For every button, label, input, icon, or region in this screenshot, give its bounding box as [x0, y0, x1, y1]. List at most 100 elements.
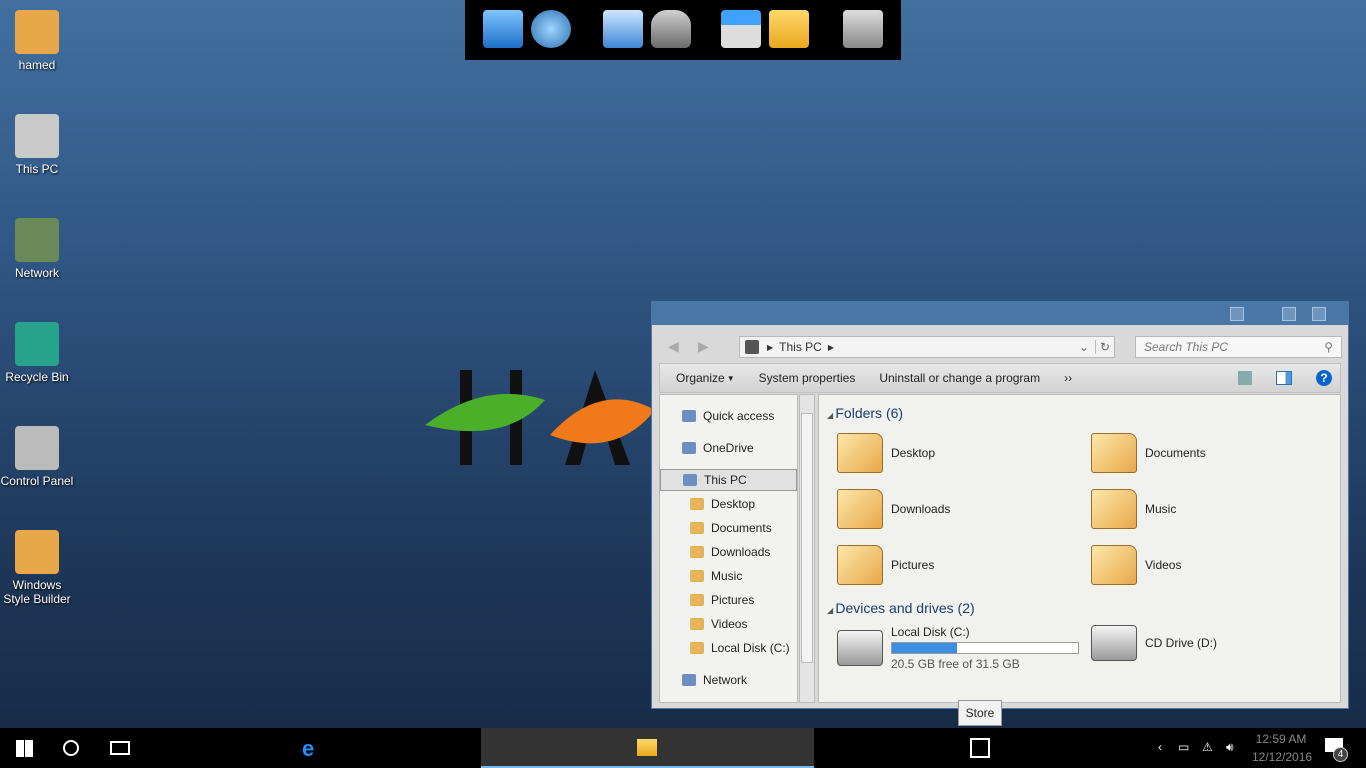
folder-icon [837, 489, 883, 529]
maximize-button[interactable] [1282, 307, 1296, 321]
folder-icon [1091, 433, 1137, 473]
forward-button[interactable]: ▶ [698, 338, 709, 355]
minimize-button[interactable] [1230, 307, 1244, 321]
nav-item-local-disk-c-[interactable]: Local Disk (C:) [660, 637, 797, 659]
drive-d[interactable]: CD Drive (D:) [1091, 625, 1217, 661]
folder-documents[interactable]: Documents [1091, 433, 1206, 473]
search-icon: ⚲ [1324, 340, 1333, 354]
nav-item-icon [690, 618, 704, 630]
drive-c[interactable]: Local Disk (C:) 20.5 GB free of 31.5 GB [837, 625, 1079, 671]
nav-item-icon [682, 674, 696, 686]
help-icon[interactable]: ? [1316, 370, 1332, 386]
command-bar: Organize ▼ System properties Uninstall or… [659, 363, 1341, 393]
folder-icon [1091, 545, 1137, 585]
organize-menu[interactable]: Organize [676, 371, 725, 385]
desktop-icon-this-pc[interactable]: This PC [0, 104, 74, 176]
address-bar[interactable]: ▶ This PC ▶ ⌄ ↻ [739, 336, 1115, 358]
chess-pawn-icon[interactable] [651, 10, 691, 48]
folder-desktop[interactable]: Desktop [837, 433, 935, 473]
nav-item-icon [690, 570, 704, 582]
desktop-icon-network[interactable]: Network [0, 208, 74, 280]
nav-item-onedrive[interactable]: OneDrive [660, 437, 797, 459]
file-explorer-icon [637, 739, 657, 756]
network-globe-icon[interactable] [531, 10, 571, 48]
nav-item-desktop[interactable]: Desktop [660, 493, 797, 515]
nav-item-documents[interactable]: Documents [660, 517, 797, 539]
store-icon[interactable] [970, 738, 990, 758]
refresh-icon[interactable]: ↻ [1094, 340, 1114, 354]
folder-pictures[interactable]: Pictures [837, 545, 934, 585]
navigation-pane: Quick access OneDrive This PC Desktop Docume… [659, 394, 798, 703]
search-cortana-icon[interactable] [63, 740, 79, 756]
top-dock [465, 0, 901, 60]
taskbar-file-explorer[interactable] [481, 728, 814, 768]
start-windows-icon[interactable] [16, 740, 33, 757]
folders-header[interactable]: Folders (6) [827, 405, 903, 421]
computer-icon[interactable] [483, 10, 523, 48]
folder-icon [837, 433, 883, 473]
desktop-icon-windows-style-builder[interactable]: Windows Style Builder [0, 520, 74, 606]
nav-item-icon [690, 522, 704, 534]
breadcrumb-this-pc[interactable]: This PC [779, 340, 822, 354]
system-properties-button[interactable]: System properties [759, 371, 856, 385]
nav-item-videos[interactable]: Videos [660, 613, 797, 635]
nav-item-downloads[interactable]: Downloads [660, 541, 797, 563]
battery-icon[interactable]: ▭ [1178, 740, 1189, 754]
devices-header[interactable]: Devices and drives (2) [827, 600, 974, 616]
cd-drive-icon [1091, 625, 1137, 661]
folder-music[interactable]: Music [1091, 489, 1176, 529]
network-icon [15, 218, 59, 262]
folder-downloads[interactable]: Downloads [837, 489, 950, 529]
nav-item-quick-access[interactable]: Quick access [660, 405, 797, 427]
nav-item-icon [690, 498, 704, 510]
content-pane: Folders (6) Devices and drives (2) Deskt… [818, 394, 1341, 703]
computer-icon [15, 114, 59, 158]
clock[interactable]: 12:59 AM 12/12/2016 [1252, 732, 1312, 764]
file-explorer-icon[interactable] [769, 10, 809, 48]
folder-icon [837, 545, 883, 585]
nav-item-this-pc[interactable]: This PC [660, 469, 797, 491]
nav-item-icon [683, 474, 697, 486]
disk-usage-bar [892, 643, 958, 653]
recycle-bin-icon[interactable] [843, 10, 883, 48]
edge-icon[interactable]: e [302, 736, 314, 762]
more-commands-button[interactable]: ›› [1064, 371, 1072, 385]
wallpaper-logo [425, 370, 655, 465]
nav-scrollbar[interactable] [799, 394, 815, 703]
search-input[interactable]: Search This PC ⚲ [1135, 336, 1342, 358]
windows-drive-icon[interactable] [721, 10, 761, 48]
nav-item-icon [690, 594, 704, 606]
nav-item-icon [690, 642, 704, 654]
folder-videos[interactable]: Videos [1091, 545, 1181, 585]
nav-item-icon [682, 442, 696, 454]
this-pc-icon [745, 340, 759, 354]
preview-pane-icon[interactable] [1276, 371, 1292, 385]
file-explorer-window: ◀ ▶ ▶ This PC ▶ ⌄ ↻ Search This PC ⚲ Orga… [651, 301, 1349, 709]
control-panel-icon [15, 426, 59, 470]
notification-count: 4 [1333, 747, 1348, 762]
back-button[interactable]: ◀ [668, 338, 679, 355]
task-view-icon[interactable] [110, 741, 130, 755]
desktop-icon-control-panel[interactable]: Control Panel [0, 416, 74, 488]
desktop-icon-recycle-bin[interactable]: Recycle Bin [0, 312, 74, 384]
desktop-icon-hamed[interactable]: hamed [0, 0, 74, 72]
uninstall-button[interactable]: Uninstall or change a program [879, 371, 1040, 385]
nav-item-icon [682, 410, 696, 422]
title-bar[interactable] [652, 302, 1348, 325]
taskbar: e ‹ ▭ ⚠ 🔊︎ 12:59 AM 12/12/2016 4 [0, 728, 1366, 768]
style-builder-icon [15, 530, 59, 574]
close-button[interactable] [1312, 307, 1326, 321]
user-folder-icon [15, 10, 59, 54]
show-hidden-icons[interactable]: ‹ [1158, 740, 1162, 754]
nav-item-pictures[interactable]: Pictures [660, 589, 797, 611]
nav-item-music[interactable]: Music [660, 565, 797, 587]
volume-icon[interactable]: 🔊︎ [1226, 740, 1234, 755]
folder-icon [1091, 489, 1137, 529]
address-dropdown-icon[interactable]: ⌄ [1079, 340, 1089, 354]
control-panel-icon[interactable] [603, 10, 643, 48]
network-warning-icon[interactable]: ⚠ [1202, 740, 1213, 754]
recycle-bin-icon [15, 322, 59, 366]
nav-item-network[interactable]: Network [660, 669, 797, 691]
store-tooltip: Store [958, 700, 1002, 726]
view-options-icon[interactable] [1238, 371, 1252, 385]
